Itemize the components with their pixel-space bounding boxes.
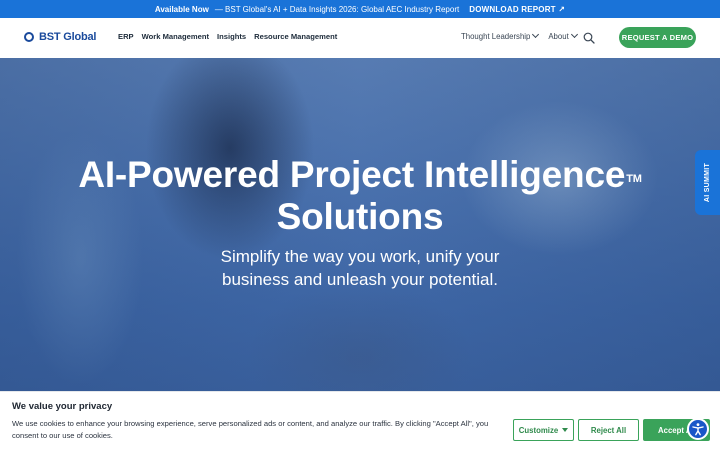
trademark: TM: [626, 173, 642, 185]
cookie-text: We use cookies to enhance your browsing …: [12, 419, 489, 440]
hero-title: AI-Powered Project IntelligenceTM Soluti…: [78, 154, 642, 237]
logo-mark-icon: [24, 31, 36, 43]
download-report-link[interactable]: DOWNLOAD REPORT ↗: [469, 5, 565, 14]
cookie-title: We value your privacy: [12, 401, 113, 412]
main-nav: ERP Work Management Insights Resource Ma…: [118, 32, 337, 41]
nav-link-insights[interactable]: Insights: [217, 32, 246, 41]
nav-link-work-management[interactable]: Work Management: [142, 32, 209, 41]
hero: AI-Powered Project IntelligenceTM Soluti…: [0, 58, 720, 393]
customize-button[interactable]: Customize: [513, 419, 574, 441]
announcement-available: Available Now: [154, 4, 209, 14]
request-demo-button[interactable]: REQUEST A DEMO: [619, 27, 696, 48]
nav-link-erp[interactable]: ERP: [118, 32, 134, 41]
announcement-text: — BST Global's AI + Data Insights 2026: …: [214, 4, 460, 14]
nav-thought-leadership[interactable]: Thought Leadership: [461, 30, 540, 41]
search-icon[interactable]: [583, 32, 595, 44]
chevron-down-icon: [532, 30, 540, 39]
arrow-up-right-icon: ↗: [558, 4, 566, 14]
reject-all-button[interactable]: Reject All: [578, 419, 639, 441]
page: Available Now — BST Global's AI + Data I…: [0, 0, 720, 450]
nav-link-resource-management[interactable]: Resource Management: [254, 32, 337, 41]
cookie-banner: We value your privacy We use cookies to …: [0, 391, 720, 450]
ai-summit-tab[interactable]: AI SUMMIT: [695, 150, 720, 215]
hero-subtitle: Simplify the way you work, unify your bu…: [220, 247, 500, 289]
accessibility-figure: [692, 423, 704, 436]
logo-text: BST Global: [39, 31, 97, 43]
secondary-nav: Thought Leadership About: [461, 30, 578, 41]
announcement-bar[interactable]: Available Now — BST Global's AI + Data I…: [0, 0, 720, 18]
accessibility-icon[interactable]: [687, 418, 709, 440]
chevron-down-icon: [570, 30, 578, 39]
logo[interactable]: BST Global: [24, 31, 96, 43]
caret-down-icon: [562, 428, 569, 432]
nav-about[interactable]: About: [548, 30, 578, 41]
navbar: BST Global ERP Work Management Insights …: [0, 18, 720, 58]
